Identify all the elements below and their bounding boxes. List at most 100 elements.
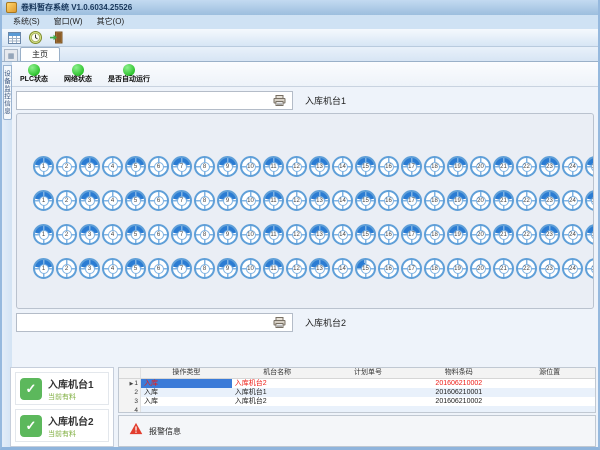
slot-3-23[interactable]: 23 [539, 224, 560, 245]
slot-4-8[interactable]: 8 [194, 258, 215, 279]
slot-2-18[interactable]: 18 [424, 190, 445, 211]
slot-4-24[interactable]: 24 [562, 258, 583, 279]
tab-home[interactable]: 主页 [20, 47, 60, 61]
slot-4-3[interactable]: 3 [79, 258, 100, 279]
slot-3-5[interactable]: 5 [125, 224, 146, 245]
slot-2-7[interactable]: 7 [171, 190, 192, 211]
cell-2-1[interactable]: 入库机台1 [232, 388, 323, 397]
slot-2-20[interactable]: 20 [470, 190, 491, 211]
slot-3-19[interactable]: 19 [447, 224, 468, 245]
slot-4-22[interactable]: 22 [516, 258, 537, 279]
slot-1-2[interactable]: 2 [56, 156, 77, 177]
slot-4-21[interactable]: 21 [493, 258, 514, 279]
slot-3-12[interactable]: 12 [286, 224, 307, 245]
slot-4-17[interactable]: 17 [401, 258, 422, 279]
table-row-2[interactable]: 2入库入库机台1201606210001 [119, 388, 595, 397]
slot-4-16[interactable]: 16 [378, 258, 399, 279]
slot-4-6[interactable]: 6 [148, 258, 169, 279]
slot-2-12[interactable]: 12 [286, 190, 307, 211]
slot-2-6[interactable]: 6 [148, 190, 169, 211]
cell-1-4[interactable] [504, 379, 595, 388]
cell-4-2[interactable] [323, 406, 414, 413]
slot-4-13[interactable]: 13 [309, 258, 330, 279]
slot-2-19[interactable]: 19 [447, 190, 468, 211]
cell-3-3[interactable]: 201606210002 [413, 397, 504, 406]
slot-2-5[interactable]: 5 [125, 190, 146, 211]
slot-2-15[interactable]: 15 [355, 190, 376, 211]
slot-4-18[interactable]: 18 [424, 258, 445, 279]
exit-icon[interactable] [48, 30, 64, 45]
cell-3-1[interactable]: 入库机台2 [232, 397, 323, 406]
slot-4-2[interactable]: 2 [56, 258, 77, 279]
column-header-1[interactable]: 机台名称 [232, 368, 323, 378]
machine1-input[interactable] [16, 91, 293, 110]
slot-3-25[interactable]: 25 [585, 224, 594, 245]
slot-1-20[interactable]: 20 [470, 156, 491, 177]
slot-3-4[interactable]: 4 [102, 224, 123, 245]
slot-4-1[interactable]: 1 [33, 258, 54, 279]
slot-4-7[interactable]: 7 [171, 258, 192, 279]
slot-3-22[interactable]: 22 [516, 224, 537, 245]
slot-1-11[interactable]: 11 [263, 156, 284, 177]
slot-2-4[interactable]: 4 [102, 190, 123, 211]
slot-2-8[interactable]: 8 [194, 190, 215, 211]
slot-4-11[interactable]: 11 [263, 258, 284, 279]
column-header-0[interactable]: 操作类型 [141, 368, 232, 378]
menu-item-1[interactable]: 窗口(W) [47, 15, 90, 29]
slot-1-13[interactable]: 13 [309, 156, 330, 177]
slot-2-25[interactable]: 25 [585, 190, 594, 211]
slot-2-14[interactable]: 14 [332, 190, 353, 211]
cell-1-3[interactable]: 201606210002 [413, 379, 504, 388]
table-row-4[interactable]: 4 [119, 406, 595, 413]
slot-3-14[interactable]: 14 [332, 224, 353, 245]
column-header-4[interactable]: 源位置 [504, 368, 595, 378]
slot-2-11[interactable]: 11 [263, 190, 284, 211]
slot-4-10[interactable]: 10 [240, 258, 261, 279]
slot-3-15[interactable]: 15 [355, 224, 376, 245]
slot-1-12[interactable]: 12 [286, 156, 307, 177]
table-row-3[interactable]: 3入库入库机台2201606210002 [119, 397, 595, 406]
slot-3-10[interactable]: 10 [240, 224, 261, 245]
slot-3-1[interactable]: 1 [33, 224, 54, 245]
slot-3-21[interactable]: 21 [493, 224, 514, 245]
slot-4-5[interactable]: 5 [125, 258, 146, 279]
slot-1-8[interactable]: 8 [194, 156, 215, 177]
slot-4-9[interactable]: 9 [217, 258, 238, 279]
slot-2-2[interactable]: 2 [56, 190, 77, 211]
slot-1-24[interactable]: 24 [562, 156, 583, 177]
slot-4-14[interactable]: 14 [332, 258, 353, 279]
side-panel-tab[interactable]: 设备监控信息 [3, 65, 12, 120]
slot-3-13[interactable]: 13 [309, 224, 330, 245]
cell-4-0[interactable] [141, 406, 232, 413]
slot-1-16[interactable]: 16 [378, 156, 399, 177]
cell-1-2[interactable] [323, 379, 414, 388]
menu-item-0[interactable]: 系统(S) [6, 15, 47, 29]
slot-3-9[interactable]: 9 [217, 224, 238, 245]
menu-item-2[interactable]: 其它(O) [90, 15, 132, 29]
slot-4-20[interactable]: 20 [470, 258, 491, 279]
slot-3-7[interactable]: 7 [171, 224, 192, 245]
cell-3-4[interactable] [504, 397, 595, 406]
slot-1-3[interactable]: 3 [79, 156, 100, 177]
slot-3-18[interactable]: 18 [424, 224, 445, 245]
slot-3-6[interactable]: 6 [148, 224, 169, 245]
cell-3-2[interactable] [323, 397, 414, 406]
slot-4-15[interactable]: 15 [355, 258, 376, 279]
slot-3-2[interactable]: 2 [56, 224, 77, 245]
slot-2-17[interactable]: 17 [401, 190, 422, 211]
slot-2-3[interactable]: 3 [79, 190, 100, 211]
slot-1-17[interactable]: 17 [401, 156, 422, 177]
machine-card-1[interactable]: ✓入库机台1当前有料 [15, 372, 109, 405]
slot-2-22[interactable]: 22 [516, 190, 537, 211]
slot-1-15[interactable]: 15 [355, 156, 376, 177]
cell-4-1[interactable] [232, 406, 323, 413]
slot-1-19[interactable]: 19 [447, 156, 468, 177]
table-row-1[interactable]: ▶1入库入库机台2201606210002 [119, 379, 595, 388]
slot-1-25[interactable]: 25 [585, 156, 594, 177]
slot-3-16[interactable]: 16 [378, 224, 399, 245]
slot-2-10[interactable]: 10 [240, 190, 261, 211]
slot-4-25[interactable]: 25 [585, 258, 594, 279]
slot-2-24[interactable]: 24 [562, 190, 583, 211]
slot-3-17[interactable]: 17 [401, 224, 422, 245]
machine-card-2[interactable]: ✓入库机台2当前有料 [15, 409, 109, 442]
